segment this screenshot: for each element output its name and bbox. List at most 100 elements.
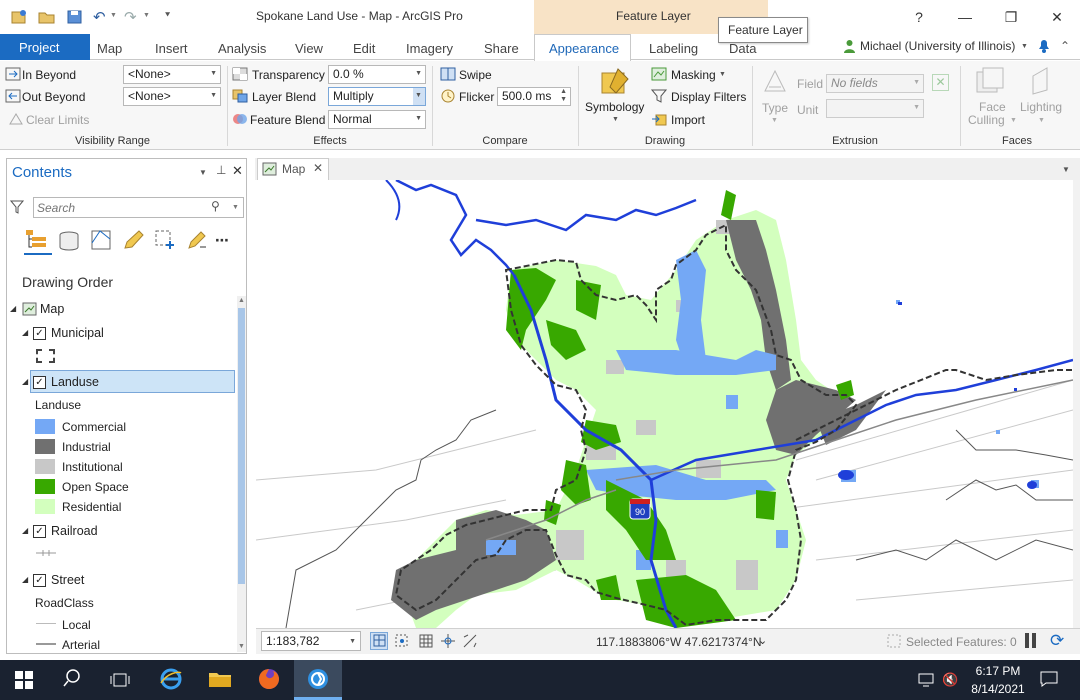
expand-street-icon[interactable]: ◢ — [22, 575, 28, 584]
extrusion-type-button[interactable]: Type — [762, 101, 788, 115]
tab-data[interactable]: Data — [729, 41, 756, 56]
arcgis-pro-icon[interactable] — [306, 667, 330, 694]
snapping-icon[interactable] — [394, 633, 410, 652]
layer-blend-select[interactable]: Multiply ▼ — [328, 87, 426, 106]
tree-map[interactable]: Map — [40, 302, 64, 316]
clear-limits-label[interactable]: Clear Limits — [26, 113, 89, 127]
masking-dropdown-icon[interactable]: ▼ — [719, 71, 726, 78]
railroad-checkbox[interactable]: ✓ — [33, 525, 46, 538]
field-select[interactable]: No fields ▼ — [826, 74, 924, 93]
help-button[interactable]: ? — [904, 6, 934, 28]
notification-center-icon[interactable] — [1040, 671, 1058, 690]
search-options-icon[interactable]: ▼ — [232, 204, 239, 211]
task-view-icon[interactable] — [110, 671, 130, 692]
landuse-checkbox[interactable]: ✓ — [33, 376, 46, 389]
collapse-ribbon-icon[interactable]: ⌃ — [1060, 39, 1070, 53]
expand-landuse-icon[interactable]: ◢ — [22, 377, 28, 386]
network-icon[interactable] — [918, 673, 936, 690]
culling-dropdown-icon[interactable]: ▼ — [1010, 117, 1017, 124]
scroll-up-icon[interactable]: ▲ — [238, 297, 245, 304]
in-beyond-select[interactable]: <None> ▼ — [123, 65, 221, 84]
legend-swatch-institutional[interactable] — [35, 459, 55, 474]
grid-toggle-icon[interactable] — [372, 633, 388, 652]
notification-icon[interactable] — [1036, 38, 1052, 57]
clock-date[interactable]: 8/14/2021 — [966, 682, 1030, 696]
constraints-icon[interactable] — [440, 633, 456, 652]
legend-swatch-open-space[interactable] — [35, 479, 55, 494]
refresh-icon[interactable]: ⟳ — [1050, 631, 1064, 651]
scrollbar-thumb[interactable] — [238, 308, 245, 584]
in-beyond-label[interactable]: In Beyond — [22, 68, 76, 82]
tree-street[interactable]: Street — [51, 573, 84, 587]
type-dropdown-icon[interactable]: ▼ — [771, 117, 778, 124]
tab-labeling[interactable]: Labeling — [649, 41, 698, 56]
railroad-symbol[interactable] — [36, 547, 56, 562]
tab-imagery[interactable]: Imagery — [406, 41, 453, 56]
volume-muted-icon[interactable]: 🔇 — [942, 672, 958, 688]
selected-features-count[interactable]: Selected Features: 0 — [906, 635, 1017, 649]
undo-icon[interactable]: ↶ — [93, 8, 106, 26]
tree-railroad[interactable]: Railroad — [51, 524, 98, 538]
pane-options-icon[interactable]: ▼ — [199, 168, 207, 177]
list-by-snapping-icon[interactable] — [154, 229, 178, 254]
pause-icon[interactable] — [1025, 633, 1029, 648]
map-tab-close-icon[interactable]: ✕ — [313, 161, 323, 175]
pause-icon-bar[interactable] — [1032, 633, 1036, 648]
redo-icon[interactable]: ↷ — [124, 8, 137, 26]
correction-icon[interactable] — [462, 633, 478, 652]
expression-icon[interactable]: ✕ — [932, 74, 949, 91]
list-by-editing-icon[interactable] — [122, 229, 144, 254]
import-button[interactable]: Import — [671, 113, 705, 127]
legend-swatch-residential[interactable] — [35, 499, 55, 514]
legend-swatch-commercial[interactable] — [35, 419, 55, 434]
out-beyond-label[interactable]: Out Beyond — [22, 90, 85, 104]
tree-municipal[interactable]: Municipal — [51, 326, 104, 340]
transparency-input[interactable]: 0.0 % ▼ — [328, 65, 426, 84]
spinner-icon[interactable]: ▲ ▼ — [560, 88, 567, 104]
face-label[interactable]: Face — [979, 100, 1006, 114]
local-road-symbol[interactable] — [36, 623, 56, 624]
windows-start-icon[interactable] — [15, 671, 33, 692]
swipe-button[interactable]: Swipe — [459, 68, 492, 82]
expand-map-icon[interactable]: ◢ — [10, 304, 16, 313]
street-checkbox[interactable]: ✓ — [33, 574, 46, 587]
scroll-down-icon[interactable]: ▼ — [238, 643, 245, 650]
list-by-labeling-icon[interactable] — [186, 229, 208, 254]
customize-toolbar-icon[interactable]: ⯆ — [164, 10, 171, 21]
minimize-button[interactable]: — — [950, 6, 980, 28]
tab-appearance[interactable]: Appearance — [534, 34, 631, 61]
internet-explorer-icon[interactable] — [159, 667, 183, 694]
list-by-selection-icon[interactable] — [90, 229, 112, 254]
clock-time[interactable]: 6:17 PM — [973, 664, 1023, 678]
redo-dropdown-icon[interactable]: ▼ — [143, 12, 150, 19]
search-input[interactable] — [37, 199, 197, 216]
open-project-icon[interactable] — [38, 9, 56, 25]
feature-blend-select[interactable]: Normal ▼ — [328, 110, 426, 129]
tab-edit[interactable]: Edit — [353, 41, 375, 56]
coordinate-format-dropdown-icon[interactable]: ⌄ — [758, 634, 767, 647]
list-by-drawing-order-icon[interactable] — [24, 228, 50, 255]
masking-button[interactable]: Masking — [671, 68, 716, 82]
list-by-data-source-icon[interactable] — [58, 230, 80, 255]
scale-selector[interactable]: 1:183,782 ▼ — [261, 631, 361, 651]
lighting-button[interactable]: Lighting — [1020, 100, 1062, 114]
flicker-interval-input[interactable]: 500.0 ms ▲ ▼ — [497, 87, 571, 106]
search-icon[interactable] — [63, 669, 81, 690]
flicker-button[interactable]: Flicker — [459, 90, 494, 104]
map-canvas[interactable]: 90 — [256, 180, 1073, 628]
pin-icon[interactable]: ⊥ — [216, 163, 226, 177]
save-project-icon[interactable] — [66, 9, 84, 25]
legend-swatch-industrial[interactable] — [35, 439, 55, 454]
lighting-dropdown-icon[interactable]: ▼ — [1038, 117, 1045, 124]
more-options-icon[interactable]: ⋯ — [215, 232, 229, 249]
filter-icon[interactable] — [9, 199, 25, 218]
map-view[interactable]: 90 — [256, 180, 1073, 628]
tab-view[interactable]: View — [295, 41, 323, 56]
file-explorer-icon[interactable] — [208, 669, 232, 692]
pane-close-icon[interactable]: ✕ — [232, 163, 243, 179]
firefox-icon[interactable] — [257, 667, 281, 694]
restore-button[interactable]: ❐ — [996, 6, 1026, 28]
tab-insert[interactable]: Insert — [155, 41, 188, 56]
expand-railroad-icon[interactable]: ◢ — [22, 526, 28, 535]
symbology-dropdown-icon[interactable]: ▼ — [612, 116, 619, 123]
